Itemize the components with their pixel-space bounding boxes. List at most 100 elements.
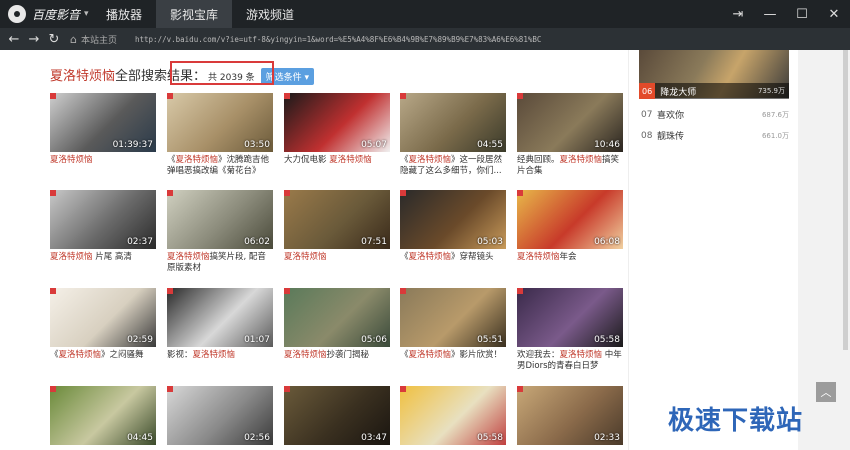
video-duration: 05:58 [477,433,503,443]
refresh-icon[interactable]: ↻ [44,28,64,50]
tab-video-library[interactable]: 影视宝库 [156,0,233,28]
video-title[interactable]: 大力侃电影 夏洛特烦恼 [284,155,390,166]
title-bar: 百度影音 ▾ 播放器 影视宝库 游戏频道 ⇥ — ☐ ✕ [0,0,850,28]
video-thumbnail[interactable]: 05:58 [517,288,623,347]
video-thumbnail[interactable]: 05:03 [400,190,506,249]
video-card[interactable]: 05:58 [400,386,506,445]
video-card[interactable]: 01:07 影视：夏洛特烦恼 [167,288,273,361]
title-text: 《 [400,350,409,360]
video-duration: 07:51 [361,237,387,247]
tab-game-channel[interactable]: 游戏频道 [232,0,308,28]
video-card[interactable]: 05:06 夏洛特烦恼抄袭门揭秘 [284,288,390,361]
corner-badge [400,386,406,392]
tab-player[interactable]: 播放器 [92,0,156,28]
video-thumbnail[interactable]: 05:06 [284,288,390,347]
home-icon[interactable]: ⌂ [70,33,77,46]
pin-button[interactable]: ⇥ [722,0,754,28]
video-title[interactable]: 《夏洛特烦恼》穿帮镜头 [400,252,506,263]
minimize-button[interactable]: — [754,0,786,28]
video-thumbnail[interactable]: 01:07 [167,288,273,347]
video-title[interactable]: 《夏洛特烦恼》这一段居然隐藏了这么多细节，你们... [400,155,506,177]
video-duration: 05:07 [361,140,387,150]
video-card[interactable]: 02:33 [517,386,623,445]
video-thumbnail[interactable]: 04:45 [50,386,156,445]
title-text: 经典回顾。 [517,155,560,165]
video-card[interactable]: 07:51 夏洛特烦恼 [284,190,390,263]
video-card[interactable]: 05:51 《夏洛特烦恼》影片欣赏！ [400,288,506,361]
video-title[interactable]: 夏洛特烦恼 [284,252,390,263]
video-card[interactable]: 04:55 《夏洛特烦恼》这一段居然隐藏了这么多细节，你们... [400,93,506,177]
sidebar-title: 降龙大师 [660,87,697,98]
video-thumbnail[interactable]: 03:47 [284,386,390,445]
back-to-top-button[interactable]: ︿ [816,382,836,402]
video-card[interactable]: 02:56 [167,386,273,445]
corner-badge [167,386,173,392]
corner-badge [167,190,173,196]
corner-badge [167,93,173,99]
close-button[interactable]: ✕ [818,0,850,28]
app-logo-icon [8,5,26,23]
video-title[interactable]: 《夏洛特烦恼》沈腾跪吉他弹唱恶搞改编《菊花台》 [167,155,273,177]
video-title[interactable]: 欢迎我去：夏洛特烦恼 中年男Diors的青春白日梦 [517,350,623,372]
sidebar-item[interactable]: 07 喜欢你 687.6万 [641,108,789,122]
video-card[interactable]: 05:58 欢迎我去：夏洛特烦恼 中年男Diors的青春白日梦 [517,288,623,372]
video-thumbnail[interactable]: 02:56 [167,386,273,445]
watermark: 极速下载站 [668,406,804,436]
title-text: 影视： [167,350,193,360]
corner-badge [517,386,523,392]
corner-badge [50,93,56,99]
video-card[interactable]: 03:50 《夏洛特烦恼》沈腾跪吉他弹唱恶搞改编《菊花台》 [167,93,273,177]
home-link[interactable]: 本站主页 [81,33,117,46]
forward-arrow-icon[interactable]: → [24,28,44,50]
video-thumbnail[interactable]: 05:58 [400,386,506,445]
video-duration: 02:59 [127,335,153,345]
video-card[interactable]: 05:07 大力侃电影 夏洛特烦恼 [284,93,390,166]
video-card[interactable]: 06:08 夏洛特烦恼年会 [517,190,623,263]
video-title[interactable]: 《夏洛特烦恼》影片欣赏！ [400,350,506,361]
video-title[interactable]: 影视：夏洛特烦恼 [167,350,273,361]
video-title[interactable]: 夏洛特烦恼抄袭门揭秘 [284,350,390,361]
app-name: 百度影音 [32,7,81,22]
video-title[interactable]: 夏洛特烦恼年会 [517,252,623,263]
video-title[interactable]: 夏洛特烦恼搞笑片段, 配音原版素材 [167,252,273,274]
app-menu[interactable]: 百度影音 ▾ [8,5,92,23]
title-keyword: 夏洛特烦恼 [284,350,327,360]
url-field[interactable]: http://v.baidu.com/v?ie=utf-8&yingyin=1&… [135,35,541,44]
video-thumbnail[interactable]: 05:07 [284,93,390,152]
video-card[interactable]: 02:59 《夏洛特烦恼》之闷骚舞 [50,288,156,361]
video-title[interactable]: 《夏洛特烦恼》之闷骚舞 [50,350,156,361]
video-thumbnail[interactable]: 05:51 [400,288,506,347]
rank-number: 06 [639,83,656,99]
video-card[interactable]: 01:39:37 夏洛特烦恼 [50,93,156,166]
title-text: 欢迎我去： [517,350,560,360]
video-thumbnail[interactable]: 02:59 [50,288,156,347]
title-text: 》穿帮镜头 [451,252,494,262]
video-thumbnail[interactable]: 03:50 [167,93,273,152]
video-thumbnail[interactable]: 01:39:37 [50,93,156,152]
video-title[interactable]: 夏洛特烦恼 片尾 高清 [50,252,156,263]
corner-badge [400,288,406,294]
sidebar-top-item[interactable]: 06 降龙大师 735.9万 [639,83,789,99]
video-title[interactable]: 经典回顾。夏洛特烦恼搞笑片合集 [517,155,623,177]
title-text: 》影片欣赏！ [451,350,503,360]
video-thumbnail[interactable]: 02:37 [50,190,156,249]
video-thumbnail[interactable]: 06:02 [167,190,273,249]
maximize-button[interactable]: ☐ [786,0,818,28]
video-card[interactable]: 10:46 经典回顾。夏洛特烦恼搞笑片合集 [517,93,623,177]
video-thumbnail[interactable]: 06:08 [517,190,623,249]
video-card[interactable]: 02:37 夏洛特烦恼 片尾 高清 [50,190,156,263]
scrollbar-thumb[interactable] [843,50,848,350]
back-arrow-icon[interactable]: ← [4,28,24,50]
video-thumbnail[interactable]: 10:46 [517,93,623,152]
video-card[interactable]: 03:47 [284,386,390,445]
video-thumbnail[interactable]: 07:51 [284,190,390,249]
video-card[interactable]: 04:45 [50,386,156,445]
sidebar-title: 喜欢你 [657,111,685,121]
video-card[interactable]: 05:03 《夏洛特烦恼》穿帮镜头 [400,190,506,263]
video-thumbnail[interactable]: 02:33 [517,386,623,445]
corner-badge [50,190,56,196]
video-thumbnail[interactable]: 04:55 [400,93,506,152]
video-title[interactable]: 夏洛特烦恼 [50,155,156,166]
video-card[interactable]: 06:02 夏洛特烦恼搞笑片段, 配音原版素材 [167,190,273,274]
sidebar-item[interactable]: 08 靓珠传 661.0万 [641,129,789,143]
